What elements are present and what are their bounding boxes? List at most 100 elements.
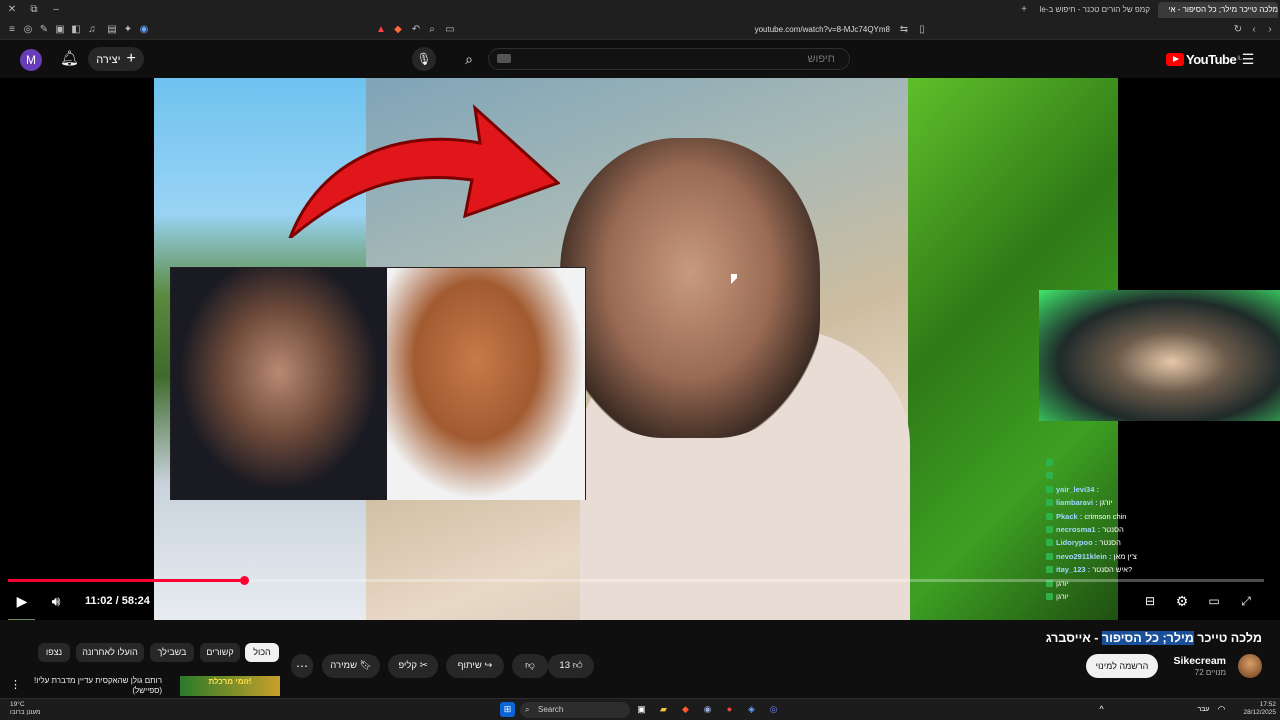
channel-avatar[interactable] — [1238, 654, 1262, 678]
youtube-logo[interactable]: YouTube IL — [1166, 50, 1242, 68]
browser-tab-bar: ✕ ⧉ – + קמפ של הורים טכנר - חיפוש ב-Goog… — [0, 0, 1280, 20]
forward-icon[interactable]: › — [1264, 24, 1276, 36]
chip-related[interactable]: קשורים — [200, 643, 240, 662]
tab-youtube[interactable]: מלכה טייכר מילר; כל הסיפור - אי — [1158, 2, 1278, 18]
search-icon[interactable]: ⌕ — [452, 45, 486, 73]
hamburger-menu-icon[interactable]: ☰ — [1240, 51, 1256, 67]
video-title: מלכה טייכר מילר; כל הסיפור - אייסברג — [1045, 631, 1262, 645]
back-icon[interactable]: ‹ — [1248, 24, 1260, 36]
minimize-window-icon[interactable]: – — [50, 4, 62, 16]
sidebar-menu-icon[interactable]: ≡ — [6, 24, 18, 36]
theater-mode-icon[interactable]: ▭ — [1204, 591, 1224, 611]
site-settings-icon[interactable]: ⇆ — [898, 24, 910, 36]
inset-person-photo — [171, 268, 387, 500]
recommended-thumbnail[interactable]: זומי מרכלת! — [180, 676, 280, 696]
tab-google-search[interactable]: קמפ של הורים טכנר - חיפוש ב-Google — [1040, 2, 1150, 18]
chat-message: Pkack : crimson chin — [1046, 510, 1166, 523]
youtube-header: M 🔔︎ יצירה+ 🎙︎ ⌕ YouTube IL ☰ — [0, 40, 1280, 78]
chat-badge-icon — [1046, 512, 1053, 520]
chip-for-you[interactable]: בשבילך — [150, 643, 194, 662]
channel-info[interactable]: Sikecream 72 מנויים — [1166, 655, 1226, 678]
dislike-button[interactable]: 👎︎ — [512, 654, 548, 678]
play-icon[interactable]: ▶ — [12, 591, 32, 611]
new-tab-icon[interactable]: + — [1018, 4, 1030, 16]
voice-search-mic-icon[interactable]: 🎙︎ — [412, 47, 436, 71]
chat-badge-icon — [1046, 525, 1053, 533]
recommended-video[interactable]: ⋮ רותם גולן שהאקסית עדיין מדברת עליו! (ס… — [0, 676, 290, 698]
music-icon[interactable]: ♫ — [86, 24, 98, 36]
progress-bar[interactable] — [8, 576, 1264, 585]
voice-icon[interactable]: ◉ — [138, 24, 150, 36]
steam-icon[interactable]: ◉ — [700, 702, 715, 717]
more-actions-icon[interactable]: ⋯ — [291, 654, 313, 678]
subscribe-button[interactable]: הרשמה למינוי — [1086, 654, 1158, 678]
thumbs-down-icon: 👎︎ — [525, 660, 535, 671]
notifications-bell-icon[interactable]: 🔔︎ — [60, 50, 79, 68]
search-input[interactable] — [488, 48, 850, 70]
recommended-title: רותם גולן שהאקסית עדיין מדברת עליו! (ספי… — [33, 676, 162, 695]
settings-gear-icon[interactable]: ⚙ — [1172, 591, 1192, 611]
wifi-icon[interactable]: ◠ — [1214, 702, 1229, 717]
chip-watched[interactable]: נצפו — [38, 643, 70, 662]
chat-badge-icon — [1046, 459, 1053, 466]
share-button[interactable]: שיתוף ↪ — [446, 654, 504, 678]
taskbar-clock[interactable]: 17:52 28/12/2025 — [1236, 701, 1276, 717]
more-vert-icon[interactable]: ⋮ — [10, 678, 21, 691]
chat-message — [1046, 469, 1166, 482]
plus-icon: + — [126, 50, 136, 67]
chat-message: necrosma1 : הסנטר — [1046, 523, 1166, 536]
create-button[interactable]: יצירה + — [88, 47, 144, 71]
video-player[interactable]: yair_levi34 : liambaravi : יורגן Pkack :… — [0, 78, 1280, 620]
chip-recently-uploaded[interactable]: הועלו לאחרונה — [76, 643, 144, 662]
app-icon-2[interactable]: ◈ — [744, 702, 759, 717]
weather-widget[interactable]: 19°C מעונן ברובו — [10, 701, 41, 717]
taskbar-search[interactable]: ⌕ Search — [520, 702, 630, 718]
close-window-icon[interactable]: ✕ — [6, 4, 18, 16]
chat-badge-icon — [1046, 566, 1053, 574]
chat-badge-icon — [1046, 592, 1053, 600]
chat-message: Lidorypoo : הסנטר — [1046, 536, 1166, 549]
streamer-webcam-overlay — [1039, 290, 1280, 421]
pen-icon[interactable]: ✎ — [38, 24, 50, 36]
discord-icon[interactable]: ◎ — [766, 702, 781, 717]
bookmark-icon[interactable]: ▯ — [916, 24, 928, 36]
brave-browser-icon[interactable]: ◆ — [678, 702, 693, 717]
chat-badge-icon — [1046, 485, 1053, 493]
restore-window-icon[interactable]: ⧉ — [28, 4, 40, 16]
youtube-play-logo-icon — [1166, 52, 1184, 66]
chat-message — [1046, 456, 1166, 469]
extension-icon[interactable]: ◎ — [22, 24, 34, 36]
share-arrow-icon: ↪ — [484, 660, 493, 671]
chip-all[interactable]: הכול — [245, 643, 279, 662]
windows-start-icon[interactable]: ⊞ — [500, 702, 515, 717]
puzzle-icon[interactable]: ✦ — [122, 24, 134, 36]
mouse-cursor-icon — [731, 274, 737, 284]
app-icon[interactable]: ● — [722, 702, 737, 717]
subtitles-icon[interactable]: ⊟ — [1140, 591, 1160, 611]
sidebar-toggle-icon[interactable]: ◧ — [70, 24, 82, 36]
search-icon: ⌕ — [525, 705, 530, 714]
seek-preview-thumbnail — [8, 619, 35, 620]
screenshot-icon[interactable]: ▣ — [54, 24, 66, 36]
account-avatar[interactable]: M — [20, 49, 42, 71]
tray-chevron-icon[interactable]: ^ — [1094, 702, 1109, 717]
fullscreen-icon[interactable]: ⤢ — [1236, 591, 1256, 611]
chat-badge-icon — [1046, 499, 1053, 507]
chat-message: itay_123 : איש הסנטר? — [1046, 563, 1166, 576]
volume-icon[interactable]: 🔊︎ — [46, 591, 66, 611]
thumbs-up-icon: 👍︎ — [572, 660, 583, 671]
tabs-icon[interactable]: ▤ — [106, 24, 118, 36]
task-view-icon[interactable]: ▣ — [634, 702, 649, 717]
keyboard-icon[interactable] — [497, 54, 511, 63]
url-field[interactable]: youtube.com/watch?v=8-MJc74QYm8 — [370, 23, 930, 37]
save-button[interactable]: שמירה 🔖︎ — [322, 654, 380, 678]
chat-message: liambaravi : יורגן — [1046, 496, 1166, 509]
clip-button[interactable]: קליפ ✂ — [388, 654, 438, 678]
file-explorer-icon[interactable]: ▰ — [656, 702, 671, 717]
video-frame-woman-portrait — [560, 138, 820, 438]
bookmark-icon: 🔖︎ — [359, 660, 372, 671]
like-button[interactable]: 13 👍︎ — [548, 654, 594, 678]
language-indicator[interactable]: עבר — [1196, 702, 1211, 717]
chat-badge-icon — [1046, 552, 1053, 560]
reload-icon[interactable]: ↻ — [1232, 24, 1244, 36]
